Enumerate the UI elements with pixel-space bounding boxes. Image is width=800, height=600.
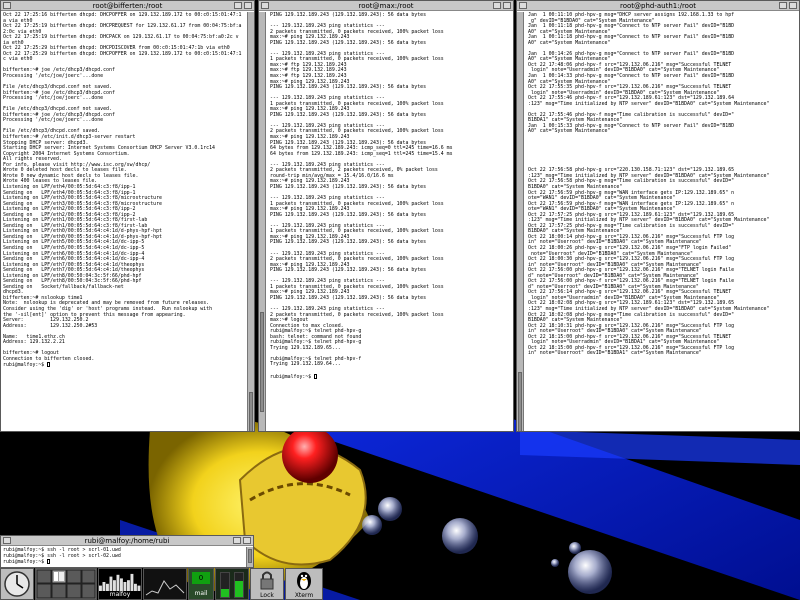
cpu-bar xyxy=(134,583,137,591)
network-monitor[interactable] xyxy=(143,568,187,600)
bubble xyxy=(551,559,559,567)
terminal-line: rubi@malfoy:~$ xyxy=(3,559,243,566)
mail-label: mail xyxy=(194,590,208,597)
window-title: root@phd-auth1:/root xyxy=(620,2,696,10)
bubble xyxy=(378,497,402,521)
cpu-bar xyxy=(127,580,130,591)
red-sphere xyxy=(282,427,338,483)
clock-icon xyxy=(4,571,30,597)
terminal-line: Oct 22 17:25:19 bifferten dhcpd: DHCPACK… xyxy=(3,34,239,41)
window-titlebar[interactable]: root@max:/root xyxy=(259,1,513,11)
terminal-line: rubi@malfoy:~$ xyxy=(3,362,244,369)
window-titlebar[interactable]: rubi@malfoy:/home/rubi xyxy=(1,536,253,546)
xterm-label: Xterm xyxy=(294,592,314,599)
memory-monitor[interactable] xyxy=(215,568,249,600)
terminal-window-max[interactable]: root@max:/root PING 129.132.189.243 (129… xyxy=(258,0,514,432)
minimize-button[interactable] xyxy=(233,537,241,544)
scrollbar[interactable] xyxy=(246,547,253,567)
text-cursor xyxy=(47,559,51,565)
cpu-host-label: malfoy xyxy=(109,591,131,598)
maximize-button[interactable] xyxy=(244,2,252,9)
window-menu-button[interactable] xyxy=(261,2,269,9)
terminal-line: rubi@malfoy:~$ xyxy=(270,373,511,381)
bubble xyxy=(569,542,581,554)
lock-launcher[interactable]: Lock xyxy=(250,568,284,600)
mail-count: 0 xyxy=(192,572,210,584)
terminal-window-phd-auth1[interactable]: root@phd-auth1:/root Jan 1 00:11:10 phd-… xyxy=(516,0,800,432)
minimize-button[interactable] xyxy=(493,2,501,9)
bubble xyxy=(568,550,612,594)
window-title: rubi@malfoy:/home/rubi xyxy=(84,537,170,545)
terminal-line: :123" msg="Time initialized by NTP serve… xyxy=(528,100,770,107)
xterm-launcher[interactable]: Xterm xyxy=(285,568,323,600)
minimize-button[interactable] xyxy=(234,2,242,9)
scrollbar-thumb[interactable] xyxy=(248,549,252,563)
maximize-button[interactable] xyxy=(243,537,251,544)
pager-icon xyxy=(36,569,96,599)
terminal-window-bifferten[interactable]: root@bifferten:/root Oct 22 17:25:16 bif… xyxy=(0,0,255,432)
terminal-output[interactable]: PING 129.132.189.243 (129.132.189.243): … xyxy=(268,12,513,431)
terminal-line: in" note="Userroot" devID="B1BDA1" cat="… xyxy=(528,350,702,357)
bubble xyxy=(362,515,382,535)
terminal-output[interactable]: Jan 1 00:11:10 phd-hpv-g msg="DHCP serve… xyxy=(526,12,799,431)
window-menu-button[interactable] xyxy=(519,2,527,9)
maximize-button[interactable] xyxy=(503,2,511,9)
scrollbar-thumb[interactable] xyxy=(518,372,522,431)
cpu-bar xyxy=(109,576,113,591)
terminal-output[interactable]: rubi@malfoy:~$ ssh -l root > scrl-01.uwd… xyxy=(1,547,245,567)
clock-applet[interactable] xyxy=(0,568,34,600)
lock-icon xyxy=(260,571,274,590)
text-cursor xyxy=(314,373,318,379)
cpu-bar xyxy=(113,580,116,591)
window-title: root@max:/root xyxy=(358,2,414,10)
maximize-button[interactable] xyxy=(789,2,797,9)
cpu-graph xyxy=(99,573,141,591)
terminal-window-rubi[interactable]: rubi@malfoy:/home/rubi rubi@malfoy:~$ ss… xyxy=(0,535,254,568)
memory-bar-1 xyxy=(220,572,230,598)
scrollbar[interactable] xyxy=(259,12,266,431)
cpu-bar xyxy=(102,582,106,591)
cpu-bar xyxy=(120,578,123,591)
scrollbar[interactable] xyxy=(247,12,254,431)
cpu-bar xyxy=(130,573,134,591)
cpu-bar xyxy=(123,582,127,591)
terminal-line: Oct 22 17:25:29 bifferten dhcpd: DHCPOFF… xyxy=(3,50,242,57)
window-menu-button[interactable] xyxy=(3,537,11,544)
window-titlebar[interactable]: root@phd-auth1:/root xyxy=(517,1,799,11)
network-graph xyxy=(144,569,186,599)
cpu-bar xyxy=(116,574,120,591)
cpu-bar xyxy=(106,583,109,591)
terminal-line: Oct 22 17:25:16 bifferten dhcpd: DHCPOFF… xyxy=(3,12,242,18)
mail-monitor[interactable]: 0 mail xyxy=(188,568,214,600)
scrollbar-thumb[interactable] xyxy=(260,312,264,412)
lock-label: Lock xyxy=(260,592,274,599)
window-title: root@bifferten:/root xyxy=(92,2,163,10)
minimize-button[interactable] xyxy=(779,2,787,9)
terminal-output[interactable]: Oct 22 17:25:16 bifferten dhcpd: DHCPOFF… xyxy=(1,12,246,431)
memory-bar-1-fill xyxy=(221,588,229,597)
text-cursor xyxy=(47,362,51,368)
memory-bar-2-fill xyxy=(235,581,243,597)
scrollbar-thumb[interactable] xyxy=(249,392,253,431)
window-menu-button[interactable] xyxy=(3,2,11,9)
cpu-load-monitor[interactable]: malfoy xyxy=(98,568,142,600)
bubble xyxy=(442,518,478,554)
penguin-icon xyxy=(297,572,311,590)
memory-bar-2 xyxy=(234,572,244,598)
scrollbar[interactable] xyxy=(517,12,524,431)
window-titlebar[interactable]: root@bifferten:/root xyxy=(1,1,254,11)
desktop-pager[interactable] xyxy=(35,568,97,600)
